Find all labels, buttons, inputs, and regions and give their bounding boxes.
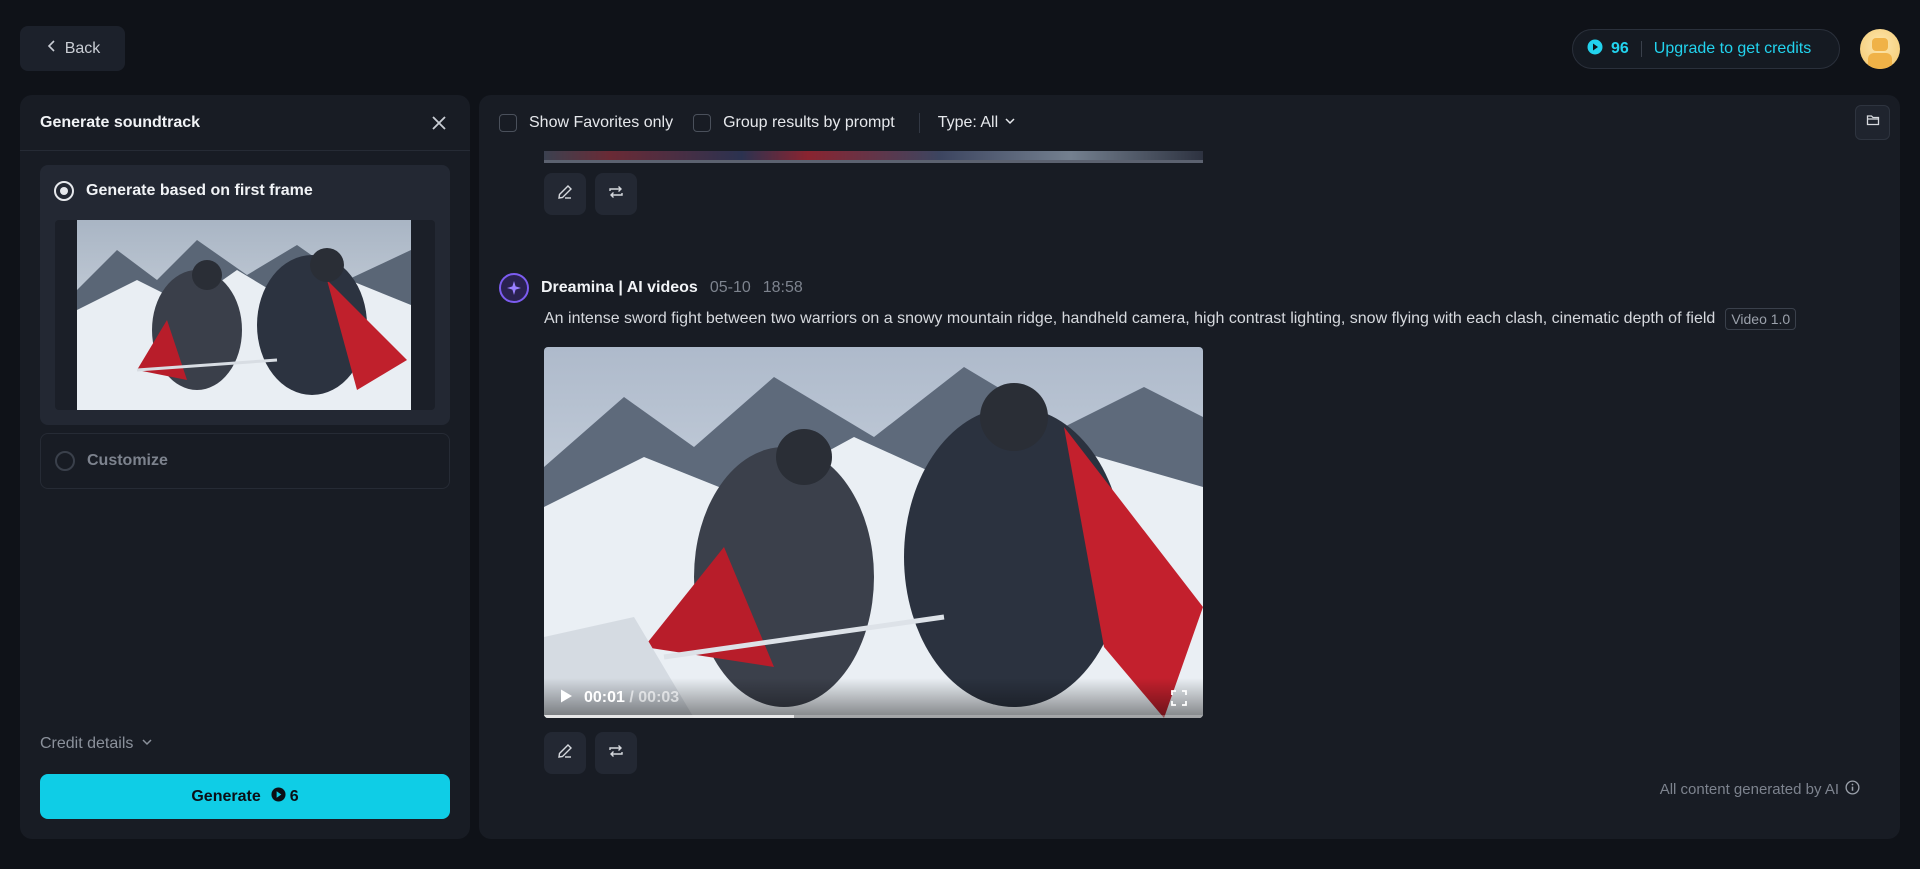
option-first-frame-row: Generate based on first frame	[54, 181, 313, 201]
group-checkbox[interactable]	[693, 114, 712, 132]
credit-coin-icon	[1587, 39, 1603, 60]
option-customize-row: Customize	[55, 451, 168, 471]
time-readout: 00:01 / 00:03	[584, 689, 679, 707]
favorites-checkbox[interactable]	[499, 114, 517, 132]
credit-details-toggle[interactable]: Credit details	[40, 735, 153, 753]
credits-pill: 96 Upgrade to get credits	[1572, 29, 1840, 69]
upgrade-link[interactable]: Upgrade to get credits	[1654, 40, 1811, 58]
back-label: Back	[64, 39, 101, 57]
group-label: Group results by prompt	[723, 114, 895, 131]
type-label: Type: All	[937, 114, 999, 131]
edit-icon	[556, 183, 574, 206]
option-first-frame-label: Generate based on first frame	[86, 182, 313, 199]
regenerate-button[interactable]	[595, 173, 637, 215]
soundtrack-panel: Generate soundtrack Generate based on fi…	[20, 95, 470, 839]
generate-button[interactable]: Generate 6	[40, 774, 450, 819]
panel-header: Generate soundtrack	[20, 95, 470, 151]
pill-divider	[1640, 41, 1642, 57]
chevron-down-icon	[141, 735, 153, 753]
option-customize[interactable]: Customize	[40, 433, 450, 489]
option-first-frame[interactable]: Generate based on first frame	[40, 165, 450, 425]
avatar[interactable]	[1860, 29, 1900, 69]
regenerate-button[interactable]	[595, 732, 637, 774]
credit-details-label: Credit details	[40, 735, 134, 752]
radio-first-frame[interactable]	[54, 181, 74, 201]
fullscreen-icon[interactable]	[1169, 688, 1189, 708]
ai-content-note: All content generated by AI	[1660, 780, 1860, 799]
generate-cost-value: 6	[289, 787, 299, 805]
credits-count: 96	[1611, 40, 1629, 57]
repeat-icon	[607, 183, 625, 206]
radio-customize[interactable]	[55, 451, 75, 471]
favorites-filter[interactable]: Show Favorites only	[499, 114, 673, 132]
model-badge: Video 1.0	[1725, 308, 1797, 330]
credit-coin-icon	[271, 786, 286, 807]
avatar-body-shape	[1868, 53, 1892, 69]
filter-bar: Show Favorites only Group results by pro…	[479, 95, 1900, 151]
previous-video-preview[interactable]	[544, 151, 1203, 163]
results-panel: Show Favorites only Group results by pro…	[479, 95, 1900, 839]
previous-video-progress	[544, 160, 1203, 163]
generate-cost: 6	[271, 786, 299, 807]
video-progress-bar[interactable]	[544, 715, 1203, 718]
chevron-left-icon	[45, 39, 59, 58]
type-dropdown[interactable]: Type: All	[938, 114, 1016, 132]
current-time: 00:01	[584, 689, 625, 706]
video-progress-fill	[544, 715, 795, 718]
chevron-down-icon	[1004, 114, 1016, 132]
video-controls: 00:01 / 00:03	[544, 678, 1203, 718]
favorites-label: Show Favorites only	[529, 114, 674, 131]
video-player[interactable]: 00:01 / 00:03	[544, 347, 1203, 718]
avatar-head-shape	[1872, 38, 1888, 51]
entry-prompt-row: An intense sword fight between two warri…	[544, 308, 1797, 330]
generate-label: Generate	[191, 787, 261, 805]
first-frame-preview	[55, 220, 435, 410]
panel-title: Generate soundtrack	[40, 113, 201, 131]
edit-button[interactable]	[544, 732, 586, 774]
option-customize-label: Customize	[87, 452, 168, 469]
video-frame-image	[544, 347, 1203, 718]
play-icon[interactable]	[558, 688, 574, 709]
edit-icon	[556, 742, 574, 765]
close-icon[interactable]	[428, 112, 450, 134]
entry-time: 18:58	[762, 279, 803, 296]
entry-date: 05-10	[709, 279, 751, 296]
entry-prompt: An intense sword fight between two warri…	[544, 310, 1716, 327]
info-icon[interactable]	[1845, 780, 1860, 799]
filter-divider	[918, 113, 920, 133]
ai-note-text: All content generated by AI	[1659, 781, 1839, 798]
top-bar: Back 96 Upgrade to get credits	[0, 0, 1920, 96]
folder-button[interactable]	[1855, 105, 1890, 140]
first-frame-image	[77, 220, 411, 410]
repeat-icon	[607, 742, 625, 765]
edit-button[interactable]	[544, 173, 586, 215]
group-filter[interactable]: Group results by prompt	[693, 114, 895, 132]
folder-icon	[1866, 113, 1880, 132]
back-button[interactable]: Back	[20, 26, 125, 71]
entry-header: Dreamina | AI videos 05-10 18:58	[499, 273, 803, 303]
duration: / 00:03	[629, 689, 680, 706]
dreamina-logo-icon	[499, 273, 529, 303]
entry-author: Dreamina | AI videos	[541, 279, 698, 296]
